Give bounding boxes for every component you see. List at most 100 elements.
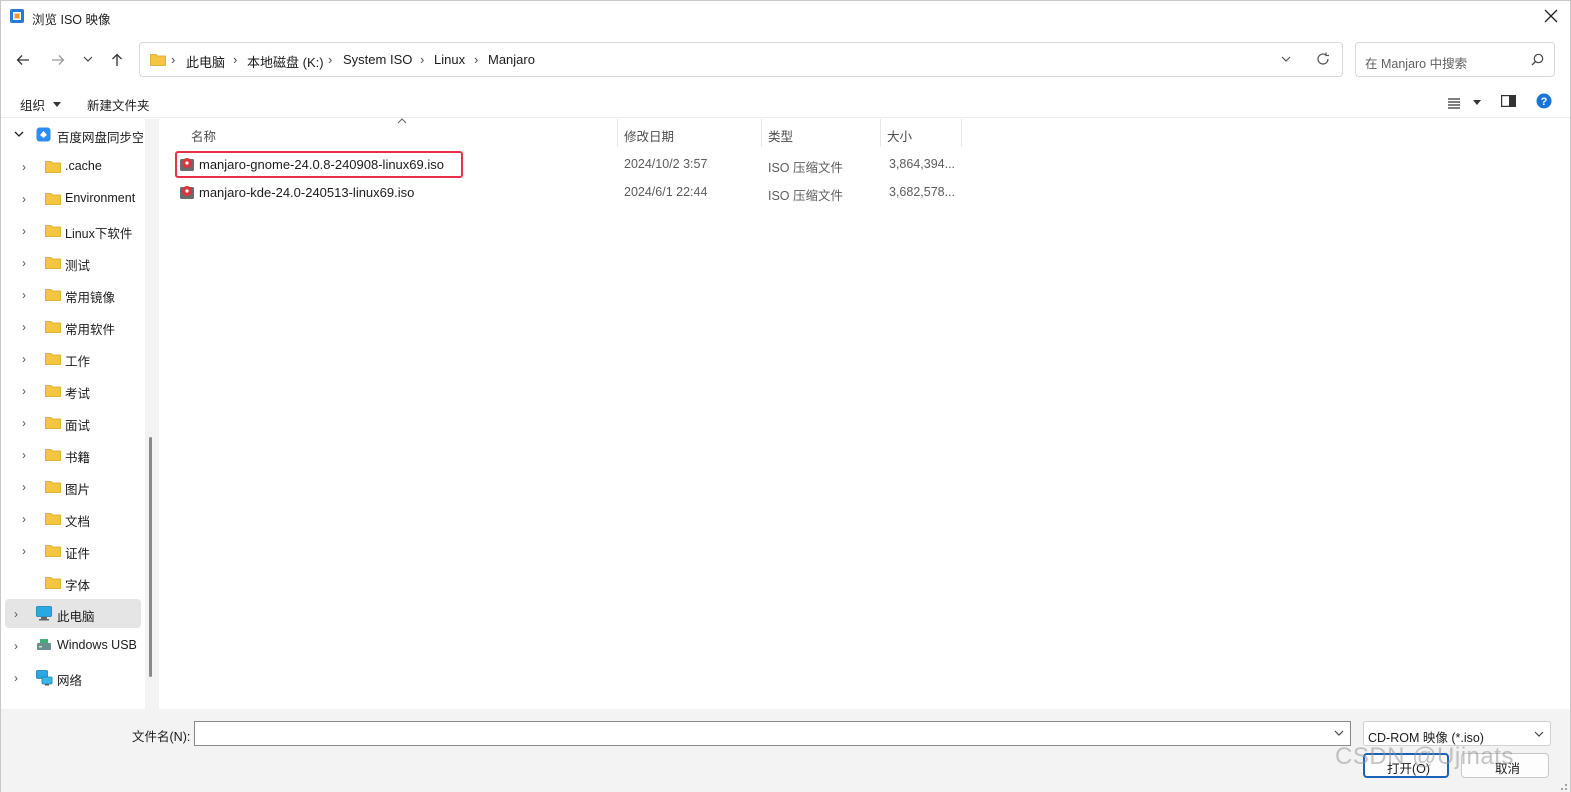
breadcrumb-system-iso[interactable]: System ISO (343, 52, 412, 67)
close-button[interactable] (1538, 3, 1564, 29)
file-row[interactable]: manjaro-gnome-24.0.8-240908-linux69.iso … (175, 150, 961, 178)
chevron-down-icon (1534, 731, 1544, 737)
folder-icon (45, 545, 61, 557)
sidebar-item-common-software[interactable]: › 常用软件 (5, 312, 141, 341)
chevron-down-icon[interactable] (1334, 729, 1344, 737)
file-list: 名称 修改日期 类型 大小 manjaro-gnome-24.0.8-24090… (159, 118, 1569, 709)
chevron-right-icon: › (22, 256, 26, 270)
folder-icon (150, 54, 166, 66)
sidebar-item-environment[interactable]: › Environment (5, 184, 141, 213)
chevron-right-icon: › (22, 512, 26, 526)
sidebar-item-interview[interactable]: › 面试 (5, 408, 141, 437)
file-type: ISO 压缩文件 (768, 161, 844, 175)
sidebar-item-baidu-sync[interactable]: 百度网盘同步空 (5, 120, 143, 149)
title-bar: 浏览 ISO 映像 (1, 1, 1570, 32)
sidebar-item-network[interactable]: › 网络 (5, 663, 141, 692)
filename-field[interactable] (194, 721, 1351, 746)
chevron-down-icon[interactable] (1280, 53, 1292, 65)
preview-pane-button[interactable] (1501, 94, 1517, 111)
caret-down-icon (52, 102, 61, 107)
virtualbox-icon (10, 9, 24, 23)
up-button[interactable] (104, 47, 130, 73)
chevron-right-icon: › (22, 416, 26, 430)
column-header-label: 名称 (191, 130, 217, 144)
column-divider[interactable] (961, 119, 962, 147)
arrow-right-icon (52, 55, 65, 65)
refresh-icon[interactable] (1316, 52, 1330, 66)
search-box[interactable]: 在 Manjaro 中搜索 (1355, 42, 1555, 77)
folder-icon (45, 481, 61, 493)
sidebar-item-common-images[interactable]: › 常用镜像 (5, 280, 141, 309)
column-header-label: 修改日期 (624, 130, 675, 144)
chevron-right-icon: › (22, 224, 26, 238)
iso-file-icon (180, 158, 194, 171)
navigation-bar: › 此电脑 › 本地磁盘 (K:) › System ISO › Linux ›… (1, 39, 1570, 81)
caret-down-icon (1472, 99, 1481, 105)
folder-icon (45, 385, 61, 397)
sidebar-item-label: 字体 (65, 579, 91, 593)
sidebar-item-books[interactable]: › 书籍 (5, 440, 141, 469)
network-icon (36, 670, 53, 686)
back-button[interactable] (10, 47, 36, 73)
sidebar-item-certificates[interactable]: › 证件 (5, 536, 141, 565)
file-date: 2024/6/1 22:44 (624, 185, 708, 199)
scrollbar-thumb[interactable] (149, 437, 152, 677)
chevron-down-icon (83, 56, 93, 62)
chevron-down-icon (14, 131, 24, 137)
breadcrumb-this-pc[interactable]: 此电脑 (186, 52, 225, 71)
sidebar-item-pictures[interactable]: › 图片 (5, 472, 141, 501)
resize-grip-icon[interactable] (1558, 781, 1568, 791)
recent-locations-button[interactable] (76, 47, 102, 73)
sidebar-item-label: 此电脑 (57, 610, 95, 624)
folder-icon (45, 193, 61, 205)
column-header-size[interactable]: 大小 (881, 119, 961, 147)
column-header-date[interactable]: 修改日期 (618, 119, 761, 147)
new-folder-button[interactable]: 新建文件夹 (87, 95, 150, 114)
sidebar-item-label: 测试 (65, 259, 91, 273)
command-bar: 组织 新建文件夹 ? (1, 88, 1570, 118)
breadcrumb-separator: › (171, 52, 176, 67)
folder-icon (45, 513, 61, 525)
sidebar-item-linux-software[interactable]: › Linux下软件 (5, 216, 141, 245)
sidebar-item-label: 常用软件 (65, 323, 116, 337)
help-button[interactable]: ? (1536, 93, 1552, 112)
sidebar-item-label: 图片 (65, 483, 91, 497)
sidebar-item-work[interactable]: › 工作 (5, 344, 141, 373)
help-icon: ? (1536, 93, 1552, 109)
list-view-icon (1448, 97, 1460, 109)
svg-text:?: ? (1541, 96, 1548, 108)
folder-icon (45, 257, 61, 269)
watermark: CSDN @Ujinats (1335, 743, 1514, 770)
navigation-pane: 百度网盘同步空 › .cache › Environment › Linux下软… (1, 119, 143, 709)
sidebar-item-label: 考试 (65, 387, 91, 401)
sidebar-item-fonts[interactable]: 字体 (5, 568, 141, 597)
sidebar-scrollbar[interactable] (145, 119, 159, 709)
folder-icon (45, 417, 61, 429)
column-header-name[interactable]: 名称 (185, 119, 617, 147)
sidebar-item-documents[interactable]: › 文档 (5, 504, 141, 533)
sidebar-item-exam[interactable]: › 考试 (5, 376, 141, 405)
sidebar-item-windows-usb[interactable]: › Windows USB (5, 631, 141, 660)
search-placeholder: 在 Manjaro 中搜索 (1365, 57, 1468, 71)
file-row[interactable]: manjaro-kde-24.0-240513-linux69.iso 2024… (175, 178, 961, 206)
close-icon (1544, 9, 1558, 23)
breadcrumb-linux[interactable]: Linux (434, 52, 465, 67)
sidebar-item-test[interactable]: › 测试 (5, 248, 141, 277)
organize-menu[interactable]: 组织 (20, 95, 61, 114)
sidebar-item-this-pc[interactable]: › 此电脑 (5, 599, 141, 628)
sidebar-item-label: Linux下软件 (65, 227, 133, 241)
sidebar-item-cache[interactable]: › .cache (5, 152, 141, 181)
breadcrumb-manjaro[interactable]: Manjaro (488, 52, 535, 67)
folder-icon (45, 289, 61, 301)
view-options-button[interactable] (1447, 94, 1481, 110)
breadcrumb-separator: › (233, 52, 238, 67)
organize-label: 组织 (20, 99, 46, 113)
sidebar-item-label: 面试 (65, 419, 91, 433)
file-size: 3,864,394... (889, 157, 956, 171)
forward-button[interactable] (45, 47, 71, 73)
column-header-label: 类型 (768, 130, 794, 144)
column-header-type[interactable]: 类型 (762, 119, 880, 147)
address-bar[interactable]: › 此电脑 › 本地磁盘 (K:) › System ISO › Linux ›… (139, 42, 1343, 77)
folder-icon (45, 161, 61, 173)
breadcrumb-local-disk[interactable]: 本地磁盘 (K:) (247, 52, 324, 71)
